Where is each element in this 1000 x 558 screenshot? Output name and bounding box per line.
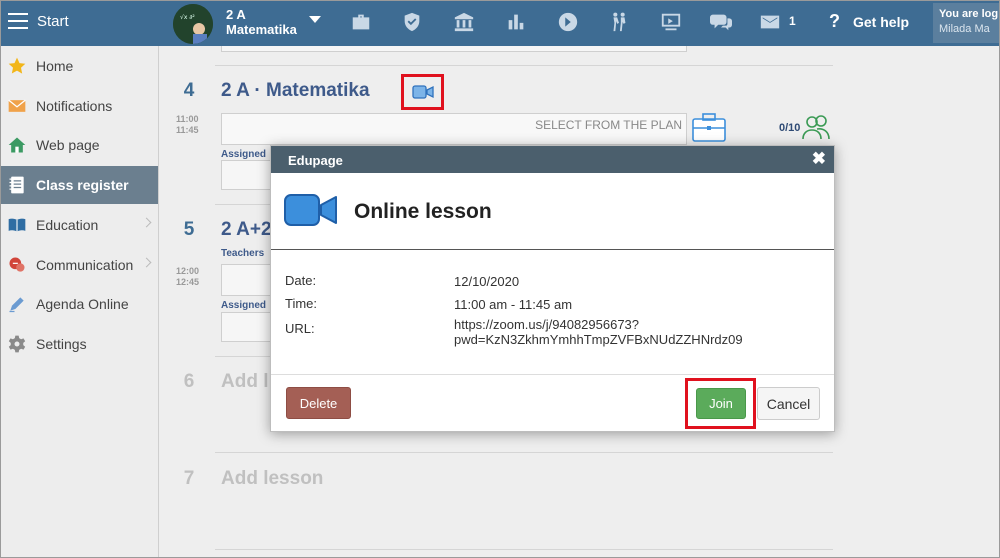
sidebar-item-home[interactable]: Home xyxy=(0,47,158,85)
book-icon xyxy=(6,214,28,236)
lesson-number: 6 xyxy=(183,371,195,392)
join-button[interactable]: Join xyxy=(696,388,746,419)
sidebar-item-web-page[interactable]: Web page xyxy=(0,126,158,164)
divider xyxy=(215,65,833,66)
date-label: Date: xyxy=(285,273,317,288)
chat-icon[interactable] xyxy=(709,10,733,34)
star-icon xyxy=(6,55,28,77)
chevron-right-icon xyxy=(141,257,152,268)
lesson-time-end: 11:45 xyxy=(176,125,199,135)
video-camera-icon xyxy=(283,192,339,233)
hamburger-menu-icon[interactable] xyxy=(8,13,28,29)
video-camera-icon xyxy=(411,85,434,99)
lesson-time-start: 12:00 xyxy=(176,266,200,276)
assigned-label: Assigned xyxy=(221,149,267,160)
dialog-footer-divider xyxy=(271,374,834,375)
mail-count-badge: 1 xyxy=(789,14,796,28)
dialog-header-title: Edupage xyxy=(288,153,343,168)
dialog-title: Online lesson xyxy=(354,200,492,223)
sidebar-item-label: Web page xyxy=(36,137,100,153)
cancel-button[interactable]: Cancel xyxy=(757,387,820,420)
time-value: 11:00 am - 11:45 am xyxy=(454,297,573,312)
envelope-icon xyxy=(6,95,28,117)
lesson-number: 5 xyxy=(183,219,195,240)
lesson-title[interactable]: 2 A+2 xyxy=(221,219,272,241)
bank-icon[interactable] xyxy=(452,10,476,34)
lesson-time-end: 12:45 xyxy=(176,277,200,287)
add-lesson-link[interactable]: Add l xyxy=(221,371,269,393)
help-question-icon[interactable]: ? xyxy=(829,11,840,32)
house-icon xyxy=(6,134,28,156)
sidebar-item-label: Communication xyxy=(36,257,134,273)
sidebar-item-label: Education xyxy=(36,217,99,233)
chevron-down-icon[interactable] xyxy=(309,16,321,23)
divider xyxy=(215,452,833,453)
students-attendance-icon[interactable] xyxy=(800,113,834,145)
sidebar-item-label: Settings xyxy=(36,336,87,352)
assigned-input[interactable] xyxy=(221,160,271,190)
lesson-title[interactable]: 2 A · Matematika xyxy=(221,80,370,102)
url-label: URL: xyxy=(285,321,315,336)
online-lesson-dialog: Edupage ✖ Online lesson Date: 12/10/2020… xyxy=(270,145,835,432)
add-lesson-link[interactable]: Add lesson xyxy=(221,468,323,490)
notebook-icon xyxy=(6,174,28,196)
attendance-count: 0/10 xyxy=(779,122,801,134)
sidebar-item-agenda-online[interactable]: Agenda Online xyxy=(0,285,158,323)
chat-bubbles-icon xyxy=(6,254,28,276)
logged-in-label: You are log xyxy=(939,8,999,20)
svg-text:√x ∂²: √x ∂² xyxy=(180,14,195,21)
time-label: Time: xyxy=(285,296,318,311)
mail-icon[interactable] xyxy=(758,10,782,34)
class-avatar[interactable]: √x ∂² xyxy=(173,4,213,44)
sidebar-item-label: Notifications xyxy=(36,98,113,114)
assigned-label: Assigned xyxy=(221,300,267,311)
assigned-input[interactable] xyxy=(221,312,271,342)
briefcase-icon[interactable] xyxy=(690,111,728,143)
sidebar-item-label: Class register xyxy=(36,177,129,193)
shield-icon[interactable] xyxy=(400,10,424,34)
get-help-link[interactable]: Get help xyxy=(853,14,909,30)
previous-lesson-box xyxy=(221,46,687,52)
briefcase-icon[interactable] xyxy=(349,10,373,34)
teachers-input[interactable] xyxy=(221,264,271,296)
user-name: Milada Ma xyxy=(939,23,990,35)
topic-input[interactable]: SELECT FROM THE PLAN xyxy=(221,113,687,145)
sidebar-item-label: Home xyxy=(36,58,74,74)
online-lesson-button[interactable] xyxy=(401,74,444,110)
sidebar-item-label: Agenda Online xyxy=(36,296,129,312)
pen-icon xyxy=(6,293,28,315)
students-icon[interactable] xyxy=(607,10,631,34)
divider xyxy=(215,549,833,550)
delete-button[interactable]: Delete xyxy=(286,387,351,419)
sidebar-item-class-register[interactable]: Class register xyxy=(0,166,158,204)
sidebar-item-communication[interactable]: Communication xyxy=(0,246,158,284)
sidebar-item-notifications[interactable]: Notifications xyxy=(0,87,158,125)
teachers-label: Teachers xyxy=(221,248,265,259)
date-value: 12/10/2020 xyxy=(454,274,520,289)
sidebar: Home Notifications Web page Class regist… xyxy=(0,46,159,558)
lesson-time-start: 11:00 xyxy=(176,114,199,124)
top-bar: Start √x ∂² 2 A Matematika 1 ? Get help … xyxy=(0,0,1000,46)
dialog-header: Edupage ✖ xyxy=(271,146,834,173)
subject-name: Matematika xyxy=(226,22,297,37)
chevron-right-icon xyxy=(141,217,152,228)
board-icon[interactable] xyxy=(659,10,683,34)
close-icon[interactable]: ✖ xyxy=(812,150,826,168)
plan-icon[interactable] xyxy=(556,10,580,34)
user-account-box[interactable]: You are log Milada Ma xyxy=(933,3,1000,43)
dialog-divider xyxy=(271,249,834,250)
sidebar-item-education[interactable]: Education xyxy=(0,206,158,244)
bar-chart-icon[interactable] xyxy=(504,10,528,34)
class-selector[interactable]: 2 A Matematika xyxy=(226,7,297,37)
url-line-1: https://zoom.us/j/94082956673? xyxy=(454,317,640,332)
url-line-2: pwd=KzN3ZkhmYmhhTmpZVFBxNUdZZHNrdz09 xyxy=(454,332,743,347)
gear-icon xyxy=(6,333,28,355)
url-value[interactable]: https://zoom.us/j/94082956673? pwd=KzN3Z… xyxy=(454,317,743,347)
lesson-number: 4 xyxy=(183,80,195,101)
sidebar-item-settings[interactable]: Settings xyxy=(0,325,158,363)
class-name: 2 A xyxy=(226,7,246,22)
select-from-plan-label[interactable]: SELECT FROM THE PLAN xyxy=(535,118,682,132)
lesson-number: 7 xyxy=(183,468,195,489)
start-label[interactable]: Start xyxy=(37,13,69,30)
